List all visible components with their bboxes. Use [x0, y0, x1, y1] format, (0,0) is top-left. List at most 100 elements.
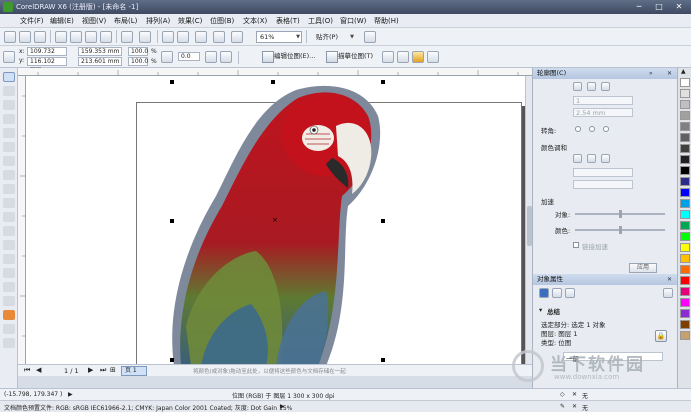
fill-tool-icon[interactable] — [3, 310, 15, 320]
contour-to-center-icon[interactable] — [573, 82, 582, 91]
y-position-field[interactable]: 116.102 mm — [27, 57, 67, 73]
parrot-bitmap[interactable] — [26, 76, 532, 364]
menu-help[interactable]: 帮助(H) — [374, 16, 399, 26]
menu-arrange[interactable]: 排列(A) — [146, 16, 170, 26]
welcome-screen-icon[interactable] — [213, 31, 225, 43]
bitmap-extras-icon[interactable] — [427, 51, 439, 63]
interactive-blend-tool-icon[interactable] — [3, 268, 15, 278]
palette-swatch[interactable] — [680, 177, 690, 186]
zoom-level-combo[interactable]: 61% ▼ — [256, 31, 302, 43]
menu-layout[interactable]: 布局(L) — [114, 16, 137, 26]
resample-icon[interactable] — [397, 51, 409, 63]
snap-to-dropdown[interactable]: 贴齐(P) ▼ — [312, 31, 356, 43]
palette-swatch[interactable] — [680, 122, 690, 131]
horizontal-ruler[interactable] — [18, 68, 532, 76]
paste-icon[interactable] — [100, 31, 112, 43]
crop-tool-icon[interactable] — [3, 100, 15, 110]
pick-tool-icon[interactable] — [3, 72, 15, 82]
basic-shapes-tool-icon[interactable] — [3, 198, 15, 208]
palette-swatch[interactable] — [680, 210, 690, 219]
menu-text[interactable]: 文本(X) — [243, 16, 267, 26]
eyedropper-tool-icon[interactable] — [3, 282, 15, 292]
last-page-icon[interactable]: ⏭ — [100, 366, 106, 375]
cut-icon[interactable] — [70, 31, 82, 43]
coords-arrow-icon[interactable]: ▶ — [68, 391, 73, 398]
copy-icon[interactable] — [85, 31, 97, 43]
save-icon[interactable] — [34, 31, 46, 43]
vertical-ruler[interactable] — [18, 76, 26, 364]
object-properties-header[interactable]: 对象属性 ✕ — [533, 274, 678, 285]
lock-icon[interactable]: 🔒 — [655, 330, 667, 342]
menu-effects[interactable]: 效果(C) — [178, 16, 202, 26]
corner-round-radio[interactable] — [589, 126, 595, 132]
palette-swatch[interactable] — [680, 188, 690, 197]
menu-tools[interactable]: 工具(O) — [308, 16, 333, 26]
clockwise-blend-icon[interactable] — [587, 154, 596, 163]
next-page-icon[interactable]: ▶ — [88, 366, 93, 374]
redo-icon[interactable] — [139, 31, 151, 43]
contour-inside-icon[interactable] — [587, 82, 596, 91]
freehand-tool-icon[interactable] — [3, 128, 15, 138]
scale-y-field[interactable]: 100.0 — [128, 57, 148, 66]
edit-bitmap-button[interactable]: 编辑位图(E)... — [262, 50, 322, 63]
menu-window[interactable]: 窗口(W) — [340, 16, 366, 26]
palette-swatch[interactable] — [680, 331, 690, 340]
selection-handle[interactable] — [381, 358, 385, 362]
import-icon[interactable] — [162, 31, 174, 43]
export-icon[interactable] — [177, 31, 189, 43]
selection-handle[interactable] — [170, 80, 174, 84]
contour-docker-header[interactable]: 轮廓图(C) » ✕ — [533, 68, 678, 79]
menu-bitmaps[interactable]: 位图(B) — [210, 16, 234, 26]
close-icon[interactable]: ✕ — [667, 274, 672, 285]
corel-connect-icon[interactable] — [231, 31, 243, 43]
palette-swatch[interactable] — [680, 155, 690, 164]
options-icon[interactable] — [364, 31, 376, 43]
height-field[interactable]: 213.601 mm — [78, 57, 122, 66]
palette-swatch[interactable] — [680, 166, 690, 175]
selection-handle[interactable] — [381, 80, 385, 84]
selection-handle[interactable] — [381, 219, 385, 223]
polygon-tool-icon[interactable] — [3, 184, 15, 194]
selection-handle[interactable] — [170, 219, 174, 223]
scale-x-field[interactable]: 100.0 — [128, 47, 148, 56]
vertical-scrollbar[interactable] — [525, 76, 532, 364]
fill-color-picker[interactable] — [573, 180, 633, 189]
palette-swatch[interactable] — [680, 100, 690, 109]
link-accel-checkbox[interactable] — [573, 242, 579, 248]
mirror-horizontal-icon[interactable] — [205, 51, 217, 63]
trace-bitmap-button[interactable]: 描摹位图(T) — [326, 50, 378, 63]
menu-edit[interactable]: 编辑(E) — [50, 16, 74, 26]
palette-swatch[interactable] — [680, 243, 690, 252]
drawing-canvas[interactable]: × — [26, 76, 532, 364]
add-page-icon[interactable]: ⊞ — [110, 366, 116, 374]
page-tab-1[interactable]: 页 1 — [121, 366, 147, 376]
bitmap-tab-icon[interactable] — [565, 288, 575, 298]
palette-swatch[interactable] — [680, 265, 690, 274]
transparency-tab-icon[interactable] — [552, 288, 562, 298]
palette-swatch[interactable] — [680, 232, 690, 241]
close-icon[interactable]: ✕ — [667, 68, 672, 79]
connector-tool-icon[interactable] — [3, 254, 15, 264]
x-position-field[interactable]: 109.732 mm — [27, 47, 67, 63]
first-page-icon[interactable]: ⏮ — [24, 366, 30, 375]
palette-scroll-up-icon[interactable]: ▲ — [681, 68, 686, 75]
mirror-vertical-icon[interactable] — [220, 51, 232, 63]
menu-file[interactable]: 文件(F) — [20, 16, 44, 26]
palette-swatch[interactable] — [680, 254, 690, 263]
rectangle-tool-icon[interactable] — [3, 156, 15, 166]
text-tool-icon[interactable] — [3, 212, 15, 222]
ellipse-tool-icon[interactable] — [3, 170, 15, 180]
contour-outside-icon[interactable] — [601, 82, 610, 91]
new-document-icon[interactable] — [4, 31, 16, 43]
rotation-angle-field[interactable]: 0.0 — [178, 52, 200, 61]
application-launcher-icon[interactable] — [195, 31, 207, 43]
crop-bitmap-icon[interactable] — [382, 51, 394, 63]
print-icon[interactable] — [55, 31, 67, 43]
lock-ratio-icon[interactable] — [161, 51, 173, 63]
menu-table[interactable]: 表格(T) — [276, 16, 300, 26]
close-button[interactable]: ✕ — [671, 1, 687, 12]
interactive-fill-tool-icon[interactable] — [3, 324, 15, 334]
palette-swatch[interactable] — [680, 309, 690, 318]
bitmap-color-mask-icon[interactable] — [412, 51, 424, 63]
summary-expand-icon[interactable]: ▾ — [539, 306, 542, 314]
